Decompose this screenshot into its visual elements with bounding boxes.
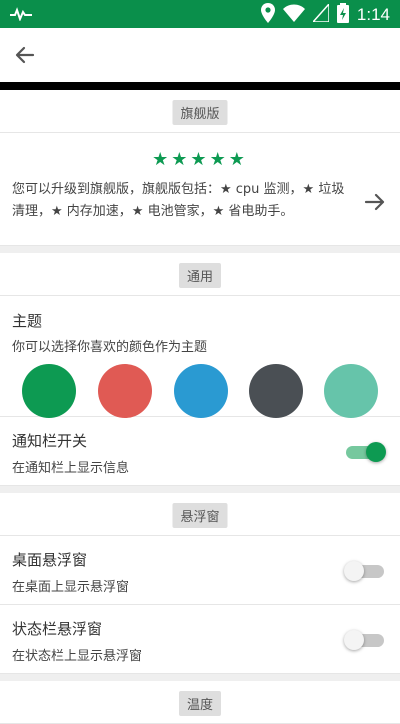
theme-setting: 主题 你可以选择你喜欢的颜色作为主题 (0, 296, 400, 418)
premium-upgrade-item[interactable]: ★★★★★ 您可以升级到旗舰版，旗舰版包括：★ cpu 监测，★ 垃圾清理，★ … (0, 133, 400, 246)
row-subtitle: 在桌面上显示悬浮窗 (12, 580, 130, 595)
statusbar-floating-window-switch[interactable] (344, 629, 386, 651)
row-subtitle: 在状态栏上显示悬浮窗 (12, 649, 143, 664)
battery-charging-icon (336, 3, 349, 27)
theme-color-swatch-green[interactable] (22, 364, 76, 418)
location-icon (260, 3, 275, 27)
premium-description: 您可以升级到旗舰版，旗舰版包括：★ cpu 监测，★ 垃圾清理，★ 内存加速，★… (12, 182, 345, 219)
notification-toggle-row[interactable]: 通知栏开关 在通知栏上显示信息 (0, 417, 400, 486)
signal-icon (311, 2, 330, 26)
section-header-premium: 旗舰版 (0, 90, 400, 133)
theme-color-swatch-teal[interactable] (324, 364, 378, 418)
switch-thumb (344, 630, 364, 650)
section-header-temperature: 温度 (0, 681, 400, 724)
statusbar-floating-window-row[interactable]: 状态栏悬浮窗 在状态栏上显示悬浮窗 (0, 605, 400, 674)
rating-stars: ★★★★★ (152, 149, 248, 170)
row-title: 通知栏开关 (12, 432, 88, 450)
switch-thumb (344, 561, 364, 581)
theme-color-swatch-red[interactable] (98, 364, 152, 418)
section-label: 旗舰版 (172, 100, 228, 125)
desktop-floating-window-row[interactable]: 桌面悬浮窗 在桌面上显示悬浮窗 (0, 536, 400, 605)
notification-switch[interactable] (344, 441, 386, 463)
wifi-icon (282, 4, 305, 26)
section-divider (0, 246, 400, 253)
section-label: 通用 (178, 263, 222, 288)
activity-icon (10, 6, 32, 25)
row-subtitle: 在通知栏上显示信息 (12, 461, 130, 476)
row-title: 状态栏悬浮窗 (12, 620, 103, 638)
status-bar: 1:14 (0, 0, 400, 28)
desktop-floating-window-switch[interactable] (344, 560, 386, 582)
switch-thumb (366, 442, 386, 462)
app-bar-divider (0, 82, 400, 90)
section-divider (0, 674, 400, 681)
row-title: 桌面悬浮窗 (12, 551, 88, 569)
clock-time: 1:14 (356, 5, 390, 24)
app-bar (0, 28, 400, 82)
theme-color-swatch-dark-gray[interactable] (249, 364, 303, 418)
back-arrow-icon[interactable] (12, 42, 38, 68)
theme-color-swatch-blue[interactable] (174, 364, 228, 418)
settings-list: 旗舰版 ★★★★★ 您可以升级到旗舰版，旗舰版包括：★ cpu 监测，★ 垃圾清… (0, 90, 400, 724)
section-header-floating-window: 悬浮窗 (0, 493, 400, 536)
theme-title: 主题 (12, 312, 43, 330)
section-label: 悬浮窗 (172, 503, 228, 528)
arrow-right-icon[interactable] (364, 191, 386, 213)
theme-subtitle: 你可以选择你喜欢的颜色作为主题 (12, 340, 208, 355)
section-divider (0, 486, 400, 493)
section-label: 温度 (178, 691, 222, 716)
section-header-general: 通用 (0, 253, 400, 296)
